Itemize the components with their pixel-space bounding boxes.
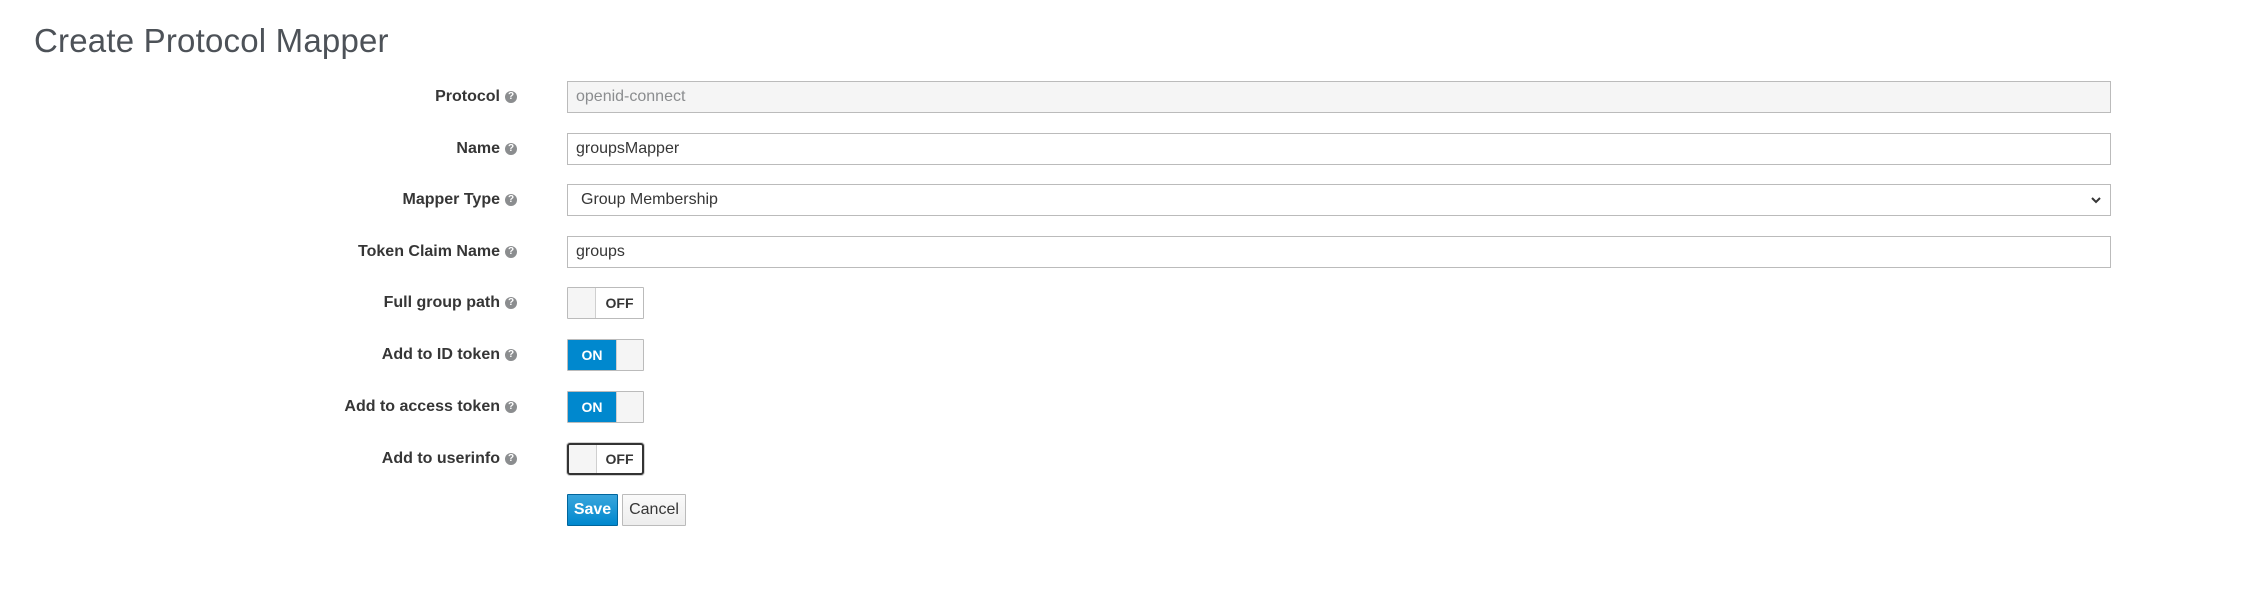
toggle-knob <box>568 288 596 318</box>
add-to-id-token-toggle[interactable]: ON <box>567 339 644 371</box>
name-input[interactable]: groupsMapper <box>567 133 2111 165</box>
add-to-access-token-label-text: Add to access token <box>344 398 500 415</box>
token-claim-name-value: groups <box>576 243 625 260</box>
mapper-type-label: Mapper Type ? <box>402 181 517 219</box>
help-icon[interactable]: ? <box>505 143 517 155</box>
chevron-down-icon <box>2091 197 2101 204</box>
protocol-field: openid-connect <box>567 81 2111 113</box>
add-to-id-token-label: Add to ID token ? <box>382 336 517 374</box>
protocol-label-text: Protocol <box>435 88 500 105</box>
token-claim-name-input[interactable]: groups <box>567 236 2111 268</box>
toggle-state: OFF <box>605 451 634 467</box>
add-to-access-token-row: Add to access token ? ON <box>0 388 2248 426</box>
add-to-id-token-label-text: Add to ID token <box>381 346 500 363</box>
name-input-value: groupsMapper <box>576 140 680 157</box>
token-claim-name-row: Token Claim Name ? groups <box>0 233 2248 271</box>
toggle-state: ON <box>568 392 616 422</box>
save-button[interactable]: Save <box>567 494 618 526</box>
full-group-path-row: Full group path ? OFF <box>0 284 2248 322</box>
protocol-row: Protocol ? openid-connect <box>0 78 2248 116</box>
add-to-userinfo-label-text: Add to userinfo <box>381 450 500 467</box>
name-label-text: Name <box>456 140 500 157</box>
mapper-type-selected-value: Group Membership <box>581 191 718 208</box>
help-icon[interactable]: ? <box>505 453 517 465</box>
create-protocol-mapper-page: Create Protocol Mapper Protocol ? openid… <box>0 0 2248 601</box>
toggle-knob <box>616 392 643 422</box>
add-to-access-token-toggle[interactable]: ON <box>567 391 644 423</box>
full-group-path-toggle[interactable]: OFF <box>567 287 644 319</box>
form-actions: Save Cancel <box>0 491 2248 529</box>
mapper-type-row: Mapper Type ? Group Membership <box>0 181 2248 219</box>
name-row: Name ? groupsMapper <box>0 130 2248 168</box>
toggle-state: ON <box>568 340 616 370</box>
help-icon[interactable]: ? <box>505 246 517 258</box>
mapper-type-label-text: Mapper Type <box>402 191 501 208</box>
add-to-userinfo-toggle[interactable]: OFF <box>567 443 644 475</box>
add-to-id-token-row: Add to ID token ? ON <box>0 336 2248 374</box>
add-to-userinfo-row: Add to userinfo ? OFF <box>0 440 2248 478</box>
toggle-knob <box>616 340 643 370</box>
protocol-value: openid-connect <box>576 88 686 105</box>
add-to-access-token-label: Add to access token ? <box>344 388 517 426</box>
add-to-userinfo-label: Add to userinfo ? <box>382 440 517 478</box>
help-icon[interactable]: ? <box>505 194 517 206</box>
page-title: Create Protocol Mapper <box>34 22 389 59</box>
protocol-label: Protocol ? <box>435 78 517 116</box>
full-group-path-label: Full group path ? <box>384 284 517 322</box>
help-icon[interactable]: ? <box>505 349 517 361</box>
token-claim-name-label-text: Token Claim Name <box>358 243 500 260</box>
token-claim-name-label: Token Claim Name ? <box>358 233 517 271</box>
name-label: Name ? <box>456 130 517 168</box>
help-icon[interactable]: ? <box>505 401 517 413</box>
toggle-knob <box>569 445 597 473</box>
toggle-state: OFF <box>605 295 634 311</box>
help-icon[interactable]: ? <box>505 91 517 103</box>
full-group-path-label-text: Full group path <box>383 294 500 311</box>
mapper-type-select[interactable]: Group Membership <box>567 184 2111 216</box>
help-icon[interactable]: ? <box>505 297 517 309</box>
cancel-button[interactable]: Cancel <box>622 494 686 526</box>
